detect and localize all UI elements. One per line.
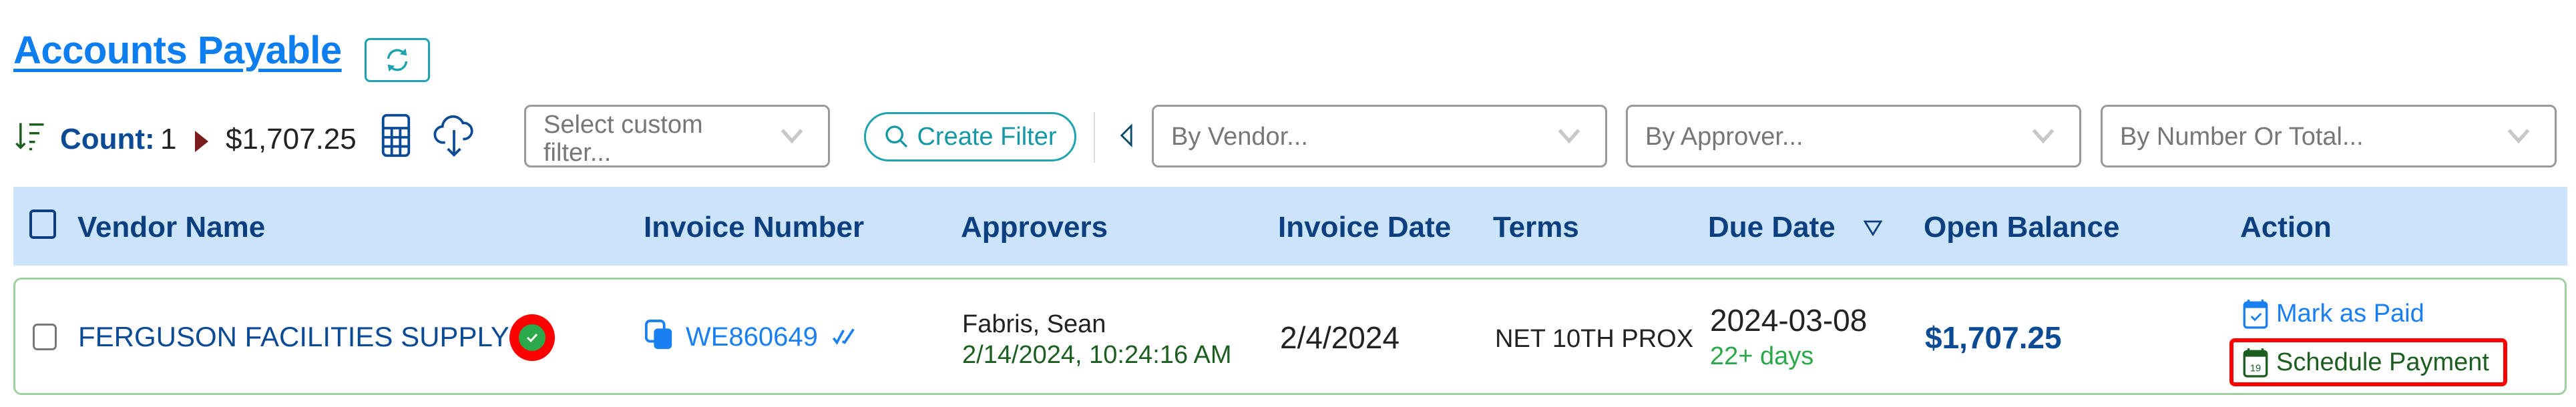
calendar-check-icon (2243, 300, 2268, 329)
vendor-name-link[interactable]: FERGUSON FACILITIES SUPPLY (78, 321, 509, 353)
custom-filter-select[interactable]: Select custom filter... (524, 105, 830, 167)
open-balance: $1,707.25 (1925, 320, 2062, 355)
toolbar-divider (1094, 112, 1095, 163)
chevron-down-icon (781, 129, 803, 144)
document-copy-icon[interactable] (644, 320, 674, 350)
mark-as-paid-button[interactable]: Mark as Paid (2243, 298, 2424, 329)
invoice-number-link[interactable]: WE860649 (686, 322, 818, 352)
collapse-left-icon[interactable] (1119, 123, 1134, 147)
column-header-invoice-number[interactable]: Invoice Number (644, 211, 864, 244)
chevron-down-icon (2032, 129, 2055, 144)
column-header-vendor-name[interactable]: Vendor Name (77, 211, 265, 244)
chevron-down-icon (1558, 129, 1580, 144)
column-header-terms[interactable]: Terms (1493, 211, 1579, 244)
column-header-invoice-date[interactable]: Invoice Date (1278, 211, 1451, 244)
count-value: 1 (160, 123, 177, 155)
vendor-verified-badge (509, 314, 555, 361)
page-title[interactable]: Accounts Payable (13, 28, 342, 73)
approval-timestamp: 2/14/2024, 10:24:16 AM (962, 341, 1232, 369)
double-check-icon (832, 328, 855, 345)
approver-filter-select[interactable]: By Approver... (1626, 105, 2081, 167)
due-in-days: 22+ days (1710, 342, 1814, 370)
refresh-icon (387, 48, 408, 72)
search-icon (885, 125, 908, 148)
invoice-date: 2/4/2024 (1280, 320, 1400, 355)
count-label: Count: (60, 123, 155, 155)
sort-icon[interactable] (13, 119, 48, 153)
select-all-checkbox[interactable] (29, 210, 56, 239)
column-header-due-date[interactable]: Due Date (1708, 211, 1836, 244)
due-date: 2024-03-08 (1710, 303, 1868, 338)
table-header: Vendor Name Invoice Number Approvers Inv… (13, 187, 2567, 266)
schedule-payment-label: Schedule Payment (2276, 348, 2489, 376)
column-header-approvers[interactable]: Approvers (961, 211, 1108, 244)
approver-name: Fabris, Sean (962, 310, 1106, 338)
chevron-down-icon (2507, 129, 2530, 144)
create-filter-label: Create Filter (917, 122, 1057, 151)
create-filter-button[interactable]: Create Filter (864, 112, 1076, 161)
number-total-filter-placeholder: By Number Or Total... (2120, 123, 2364, 151)
calendar-icon: 19 (2243, 348, 2268, 378)
terms: NET 10TH PROX (1495, 325, 1694, 353)
total-value: $1,707.25 (226, 123, 357, 155)
column-header-open-balance[interactable]: Open Balance (1924, 211, 2119, 244)
calculator-icon[interactable] (381, 113, 411, 157)
number-total-filter-select[interactable]: By Number Or Total... (2101, 105, 2557, 167)
row-checkbox[interactable] (33, 324, 57, 350)
custom-filter-placeholder: Select custom filter... (544, 111, 703, 167)
sort-descending-icon[interactable] (1863, 218, 1883, 238)
vendor-filter-select[interactable]: By Vendor... (1152, 105, 1607, 167)
mark-as-paid-label: Mark as Paid (2276, 299, 2424, 328)
table-row: FERGUSON FACILITIES SUPPLY WE860649 Fabr… (13, 278, 2567, 395)
check-icon (526, 333, 538, 343)
approver-filter-placeholder: By Approver... (1645, 123, 1803, 151)
schedule-payment-button[interactable]: 19 Schedule Payment (2229, 338, 2507, 386)
calendar-day: 19 (2250, 364, 2261, 374)
column-header-action: Action (2240, 211, 2332, 244)
refresh-button[interactable] (365, 38, 430, 82)
vendor-filter-placeholder: By Vendor... (1171, 123, 1308, 151)
cloud-download-icon[interactable] (433, 112, 475, 159)
caret-right-icon (195, 131, 208, 152)
